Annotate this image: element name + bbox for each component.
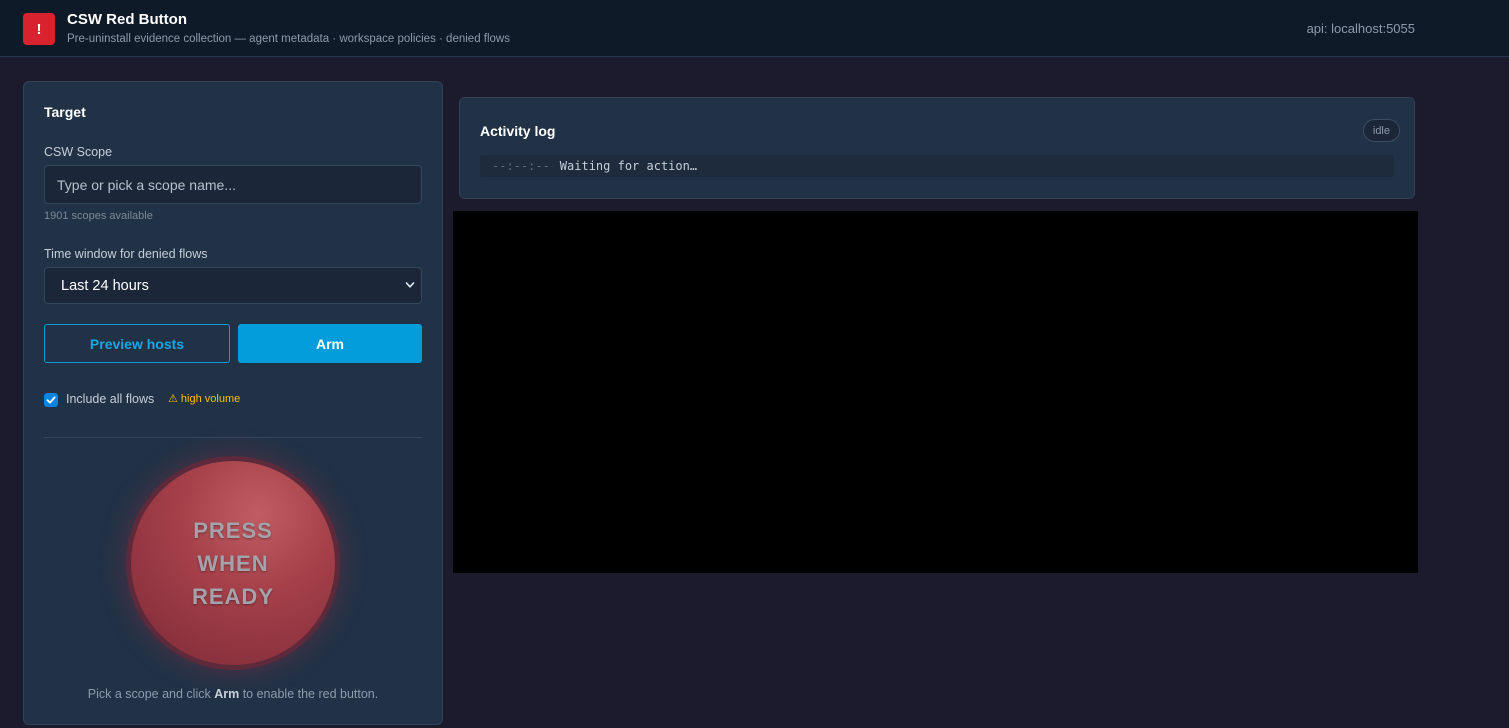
target-heading: Target (44, 104, 86, 120)
include-all-flows-checkbox[interactable] (44, 393, 58, 407)
activity-log-panel: Activity log idle --:--:-- Waiting for a… (459, 97, 1415, 199)
status-badge: idle (1362, 119, 1400, 142)
app-subtitle: Pre-uninstall evidence collection — agen… (67, 33, 510, 45)
arm-button[interactable]: Arm (238, 324, 422, 363)
red-button-label: PRESS WHEN READY (191, 517, 274, 609)
log-entry-message: Waiting for action… (559, 159, 698, 173)
scopes-count: 1901 scopes available (44, 210, 153, 222)
output-viewport (453, 211, 1418, 573)
target-panel: Target CSW Scope 1901 scopes available T… (23, 81, 443, 725)
log-entry-time: --:--:-- (492, 159, 550, 173)
arm-hint: Pick a scope and click Arm to enable the… (87, 687, 379, 701)
check-icon (46, 396, 56, 404)
api-endpoint-label: api: localhost:5055 (1306, 21, 1415, 36)
time-window-label: Time window for denied flows (44, 247, 208, 261)
activity-log-title: Activity log (480, 123, 556, 139)
high-volume-warning: ⚠ high volume (168, 393, 241, 405)
top-bar: ! CSW Red Button Pre-uninstall evidence … (0, 0, 1509, 57)
time-window-value: Last 24 hours (61, 277, 149, 294)
include-all-flows-label[interactable]: Include all flows (66, 392, 154, 406)
divider (44, 437, 422, 438)
chevron-down-icon (405, 282, 415, 288)
log-entry: --:--:-- Waiting for action… (480, 155, 1394, 177)
scope-label: CSW Scope (44, 145, 113, 159)
app-title: CSW Red Button (67, 11, 187, 28)
red-button[interactable]: PRESS WHEN READY (126, 456, 340, 670)
alert-icon: ! (23, 13, 55, 45)
preview-hosts-button[interactable]: Preview hosts (44, 324, 230, 363)
scope-input[interactable] (44, 165, 422, 204)
time-window-select[interactable]: Last 24 hours (44, 267, 422, 304)
